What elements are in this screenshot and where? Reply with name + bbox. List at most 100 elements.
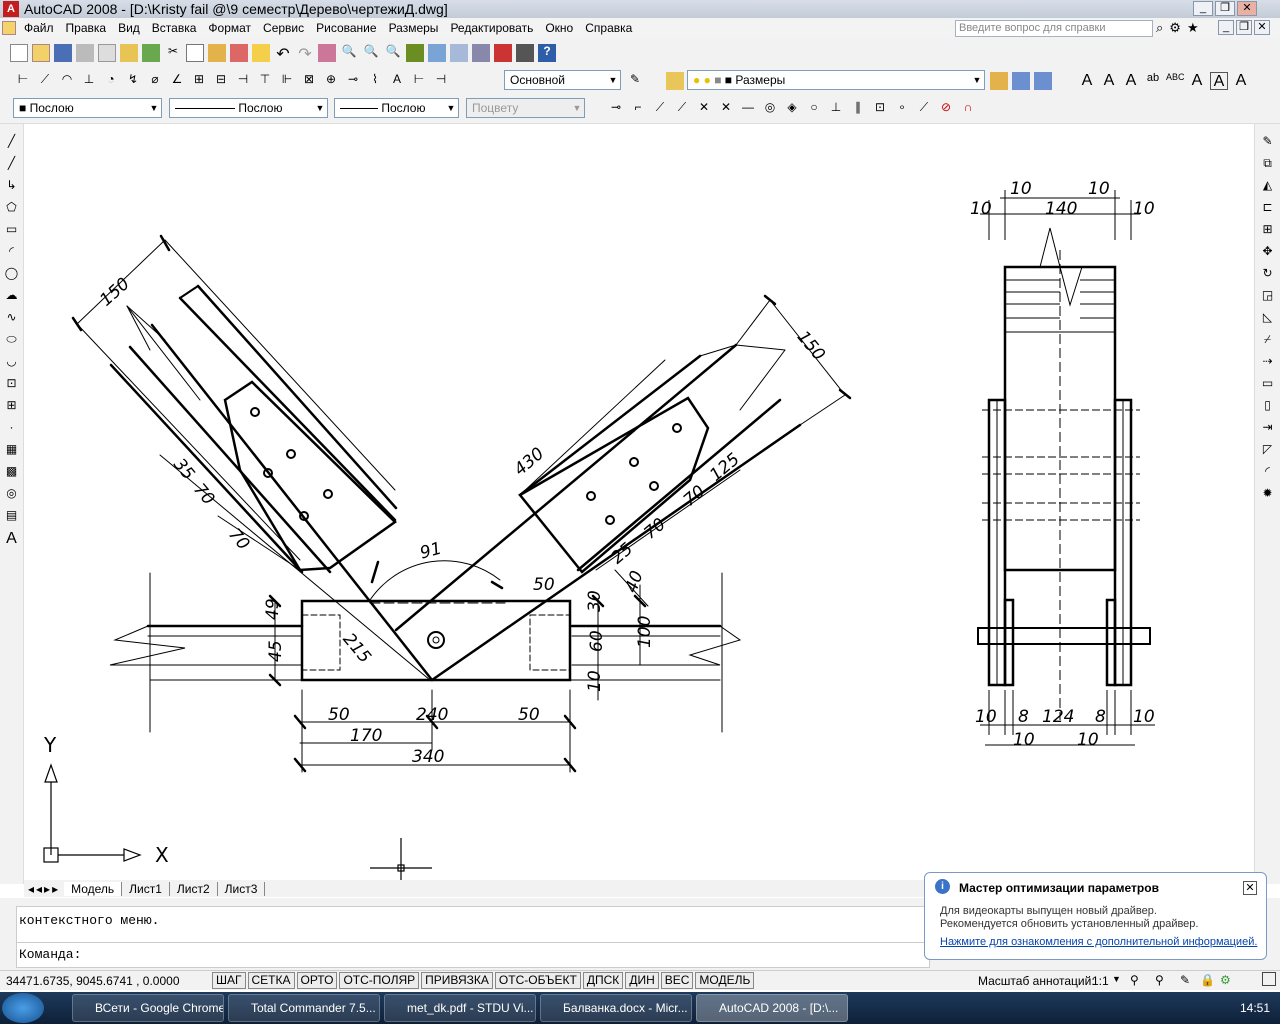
zoom-window-icon[interactable]: 🔍 (362, 44, 380, 62)
revision-cloud-icon[interactable]: ☁ (3, 288, 21, 306)
snap-from-icon[interactable]: ⌐ (629, 100, 647, 118)
linetype-select[interactable]: Послою ▼ (169, 98, 328, 118)
calculator-icon[interactable] (516, 44, 534, 62)
dwf-icon[interactable] (142, 44, 160, 62)
new-icon[interactable] (10, 44, 28, 62)
hatch-icon[interactable]: ▦ (3, 442, 21, 460)
dim-style-manager-icon[interactable]: ✎ (626, 72, 644, 90)
dim-jogged-icon[interactable]: ↯ (124, 72, 142, 90)
task-autocad[interactable]: AutoCAD 2008 - [D:\... (696, 994, 848, 1022)
preview-icon[interactable] (98, 44, 116, 62)
markup-icon[interactable] (494, 44, 512, 62)
tab-scroll-icon[interactable]: ◂◂▸▸ (28, 882, 60, 896)
dim-radius-icon[interactable]: ◔ (102, 72, 120, 90)
point-icon[interactable]: · (3, 420, 21, 438)
model-toggle[interactable]: МОДЕЛЬ (695, 972, 755, 989)
region-icon[interactable]: ◎ (3, 486, 21, 504)
justify-text-icon[interactable]: A (1232, 72, 1250, 90)
publish-icon[interactable] (120, 44, 138, 62)
layer-make-current-icon[interactable] (1012, 72, 1030, 90)
dim-edit-icon[interactable]: A (388, 72, 406, 90)
snap-endpoint-icon[interactable]: ⟋ (651, 100, 669, 118)
doc-minimize-button[interactable]: _ (1218, 20, 1234, 35)
dim-baseline-icon[interactable]: ⊟ (212, 72, 230, 90)
extend-icon[interactable]: ⇢ (1259, 354, 1277, 372)
gradient-icon[interactable]: ▩ (3, 464, 21, 482)
task-total-commander[interactable]: Total Commander 7.5... (228, 994, 380, 1022)
text-style-select[interactable]: Основной ▼ (504, 70, 621, 90)
lineweight-toggle[interactable]: ВЕС (660, 972, 694, 989)
polyline-icon[interactable]: ↳ (3, 178, 21, 196)
start-button[interactable] (2, 993, 44, 1023)
dim-ordinate-icon[interactable]: ⊥ (80, 72, 98, 90)
snap-quadrant-icon[interactable]: ◈ (783, 100, 801, 118)
tray-settings-icon[interactable]: ⚙ (1220, 973, 1231, 987)
inspect-icon[interactable]: ⊸ (344, 72, 362, 90)
task-word[interactable]: Балванка.docx - Micr... (540, 994, 692, 1022)
ellipse-icon[interactable]: ⬭ (3, 332, 21, 350)
zoom-realtime-icon[interactable]: 🔍 (340, 44, 358, 62)
jogged-linear-icon[interactable]: ⌇ (366, 72, 384, 90)
menu-view[interactable]: Вид (112, 21, 146, 35)
break-icon[interactable]: ▯ (1259, 398, 1277, 416)
table-icon[interactable]: ▤ (3, 508, 21, 526)
menu-edit[interactable]: Правка (60, 21, 113, 35)
help-search-input[interactable]: Введите вопрос для справки (955, 20, 1153, 37)
menu-format[interactable]: Формат (202, 21, 257, 35)
cut-icon[interactable]: ✂ (164, 44, 182, 62)
menu-window[interactable]: Окно (539, 21, 579, 35)
offset-icon[interactable]: ⊏ (1259, 200, 1277, 218)
dim-space-icon[interactable]: ⊤ (256, 72, 274, 90)
circle-icon[interactable]: ◯ (3, 266, 21, 284)
task-stdu-viewer[interactable]: met_dk.pdf - STDU Vi... (384, 994, 536, 1022)
task-chrome[interactable]: ВСети - Google Chrome (72, 994, 224, 1022)
design-center-icon[interactable] (428, 44, 446, 62)
trim-icon[interactable]: ⌿ (1259, 332, 1277, 350)
rotate-icon[interactable]: ↻ (1259, 266, 1277, 284)
ducs-toggle[interactable]: ДПСК (582, 972, 624, 989)
dim-angular-icon[interactable]: ∠ (168, 72, 186, 90)
snap-toggle[interactable]: ШАГ (212, 972, 246, 989)
multiline-text-icon[interactable]: A (3, 530, 21, 548)
tab-layout1[interactable]: Лист1 (122, 881, 170, 896)
chevron-down-icon[interactable]: ▼ (1112, 974, 1121, 984)
snap-node-icon[interactable]: ∘ (893, 100, 911, 118)
command-window[interactable]: контекстного меню. Команда: (16, 906, 930, 968)
favorites-icon[interactable]: ★ (1187, 20, 1199, 36)
pan-icon[interactable] (318, 44, 336, 62)
copy-object-icon[interactable]: ⧉ (1259, 156, 1277, 174)
scale-text-icon[interactable]: A (1210, 72, 1228, 90)
osnap-settings-icon[interactable]: ∩ (959, 100, 977, 118)
arc-icon[interactable]: ◜ (3, 244, 21, 262)
properties-icon[interactable] (406, 44, 424, 62)
single-line-text-icon[interactable]: A (1100, 72, 1118, 90)
tab-layout3[interactable]: Лист3 (218, 881, 266, 896)
insert-block-icon[interactable]: ⊡ (3, 376, 21, 394)
ellipse-arc-icon[interactable]: ◡ (3, 354, 21, 372)
minimize-button[interactable]: _ (1193, 1, 1213, 16)
otrack-toggle[interactable]: ОТС-ОБЪЕКТ (494, 972, 581, 989)
dim-text-edit-icon[interactable]: ⊢ (410, 72, 428, 90)
snap-midpoint-icon[interactable]: ⟋ (673, 100, 691, 118)
spline-icon[interactable]: ∿ (3, 310, 21, 328)
break-at-point-icon[interactable]: ▭ (1259, 376, 1277, 394)
menu-help[interactable]: Справка (579, 21, 638, 35)
menu-modify[interactable]: Редактировать (444, 21, 539, 35)
snap-extension-icon[interactable]: — (739, 100, 757, 118)
menu-file[interactable]: Файл (18, 21, 60, 35)
osnap-toggle[interactable]: ПРИВЯЗКА (421, 972, 493, 989)
dim-diameter-icon[interactable]: ⌀ (146, 72, 164, 90)
document-icon[interactable] (2, 21, 16, 35)
clean-screen-icon[interactable] (1262, 972, 1276, 986)
dim-update-icon[interactable]: ⊣ (432, 72, 450, 90)
center-mark-icon[interactable]: ⊕ (322, 72, 340, 90)
autoscale-icon[interactable]: ⚲ (1155, 973, 1164, 987)
ortho-toggle[interactable]: ОРТО (296, 972, 338, 989)
dim-arc-icon[interactable]: ◠ (58, 72, 76, 90)
fillet-icon[interactable]: ◜ (1259, 464, 1277, 482)
chamfer-icon[interactable]: ◸ (1259, 442, 1277, 460)
spelling-icon[interactable]: ABC (1166, 72, 1185, 90)
command-prompt[interactable]: Команда: (19, 947, 81, 962)
tab-model[interactable]: Модель (64, 881, 123, 896)
polar-toggle[interactable]: ОТС-ПОЛЯР (339, 972, 420, 989)
